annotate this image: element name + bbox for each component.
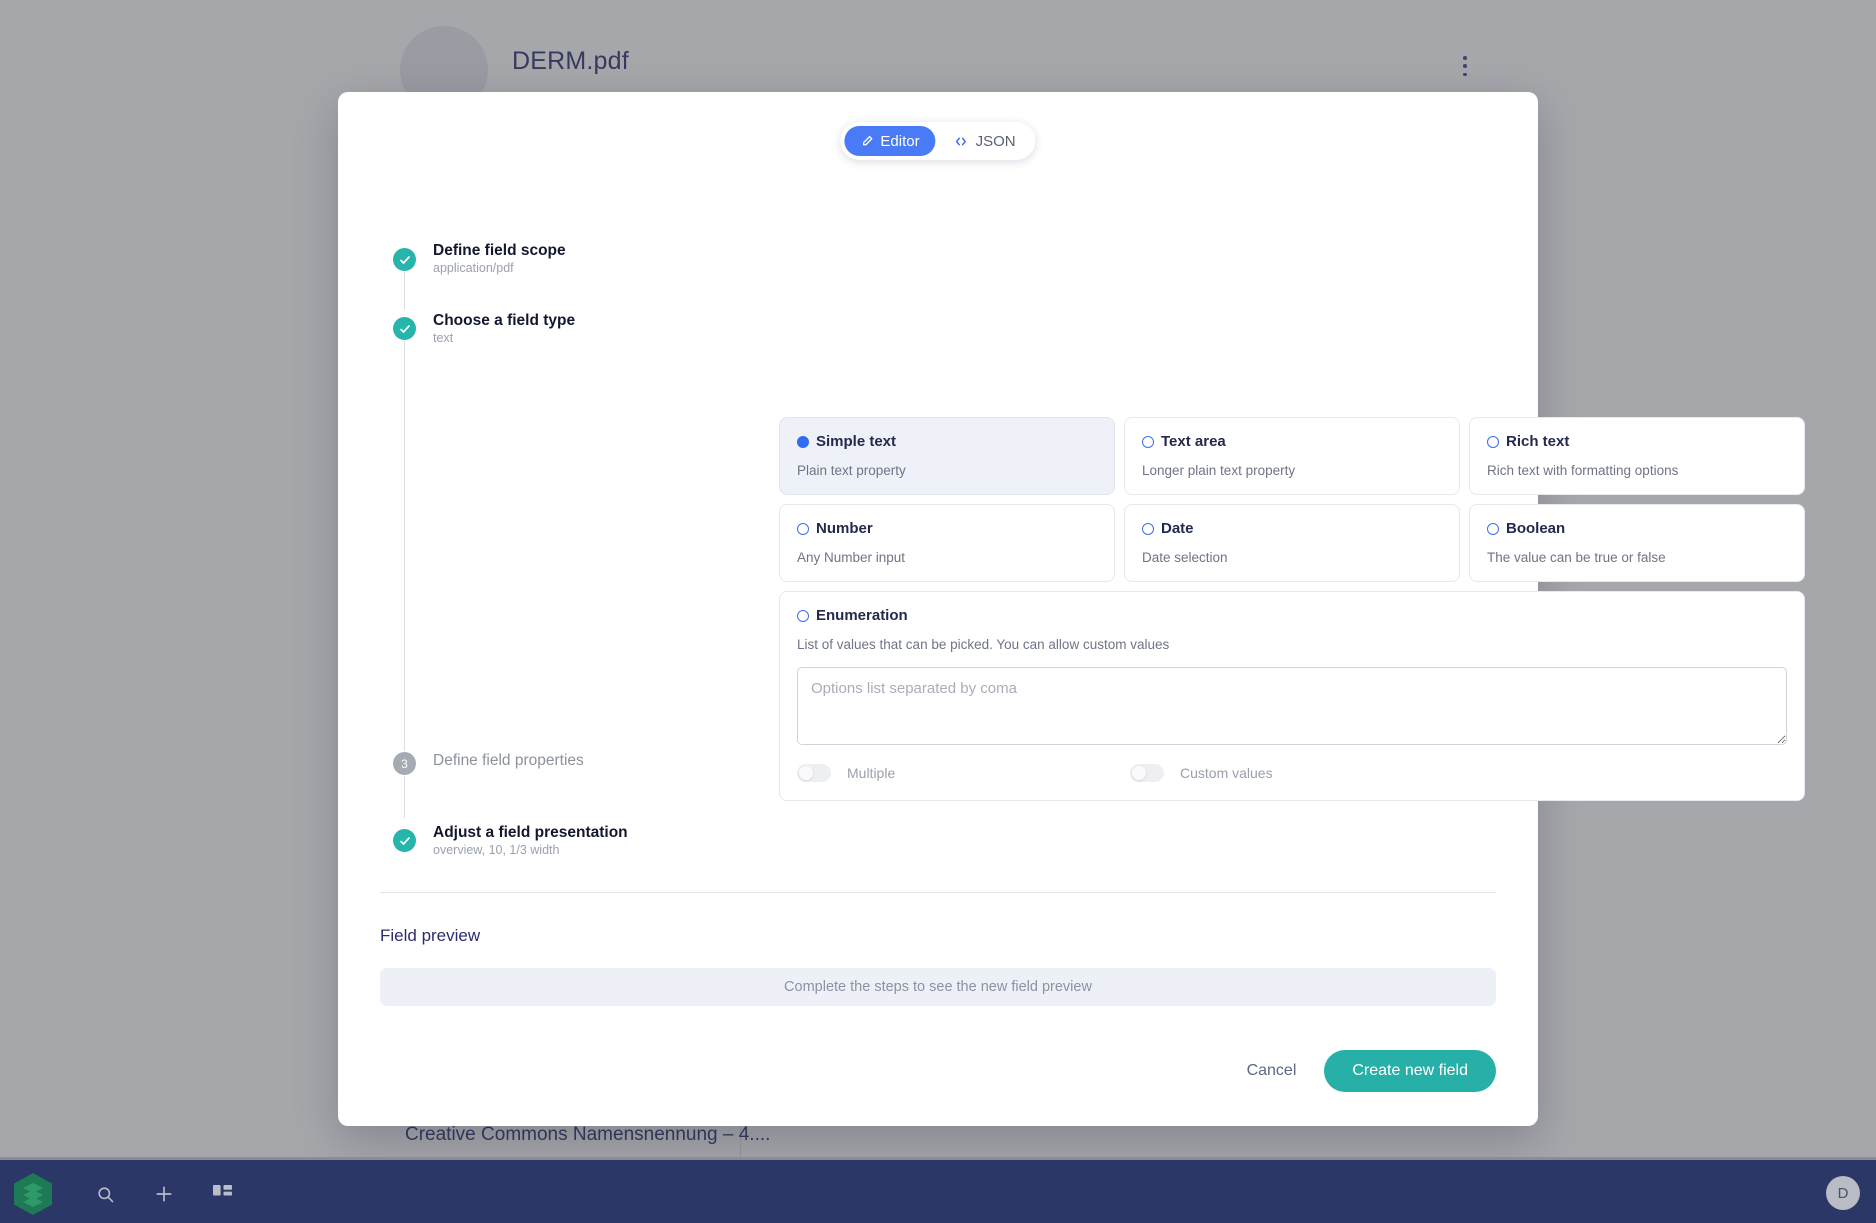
step-connector <box>404 272 405 310</box>
field-type-name: Simple text <box>816 433 897 450</box>
custom-values-toggle[interactable] <box>1130 764 1164 782</box>
field-type-description: List of values that can be picked. You c… <box>797 637 1170 652</box>
field-preview-section: Field preview Complete the steps to see … <box>338 892 1538 1006</box>
field-type-options: Simple text Plain text property Text are… <box>779 417 1805 801</box>
step-define-field-scope[interactable]: Define field scope application/pdf <box>338 242 1538 312</box>
step-title: Choose a field type <box>433 312 576 329</box>
radio-icon[interactable] <box>1487 522 1499 535</box>
step-subtitle: text <box>433 331 454 345</box>
tab-json-label: JSON <box>975 132 1016 150</box>
field-type-description: Longer plain text property <box>1142 463 1296 478</box>
field-type-name: Boolean <box>1506 520 1566 537</box>
field-type-name: Number <box>816 520 873 537</box>
field-type-description: Any Number input <box>797 550 906 565</box>
field-type-description: Plain text property <box>797 463 906 478</box>
enumeration-toggles: Multiple Custom values <box>797 764 1787 782</box>
field-type-row: Simple text Plain text property Text are… <box>779 417 1805 495</box>
field-type-row: Number Any Number input Date Date select… <box>779 504 1805 582</box>
field-type-description: Date selection <box>1142 550 1228 565</box>
field-type-enumeration[interactable]: Enumeration List of values that can be p… <box>779 591 1805 801</box>
view-mode-toggle: Editor JSON <box>840 122 1036 160</box>
field-type-boolean[interactable]: Boolean The value can be true or false <box>1469 504 1805 582</box>
toggle-custom-values-group: Custom values <box>1130 764 1273 782</box>
enumeration-options-input[interactable] <box>797 667 1787 745</box>
radio-icon[interactable] <box>1142 522 1154 535</box>
step-connector <box>404 341 405 751</box>
step-subtitle: overview, 10, 1/3 width <box>433 843 560 857</box>
radio-icon[interactable] <box>797 609 809 622</box>
pencil-icon <box>860 135 873 148</box>
tab-editor[interactable]: Editor <box>844 126 936 156</box>
check-icon <box>393 829 416 852</box>
code-brackets-icon <box>954 135 969 148</box>
radio-icon[interactable] <box>797 435 809 448</box>
step-subtitle: application/pdf <box>433 261 514 275</box>
field-type-name: Rich text <box>1506 433 1570 450</box>
multiple-toggle[interactable] <box>797 764 831 782</box>
radio-icon[interactable] <box>1487 435 1499 448</box>
grid-apps-icon[interactable] <box>208 1180 236 1208</box>
multiple-toggle-label: Multiple <box>847 765 896 781</box>
cancel-button[interactable]: Cancel <box>1233 1052 1311 1090</box>
modal-actions: Cancel Create new field <box>1233 1050 1496 1092</box>
check-icon <box>393 248 416 271</box>
avatar[interactable]: D <box>1826 1176 1860 1210</box>
step-title: Adjust a field presentation <box>433 824 628 841</box>
field-preview-title: Field preview <box>380 926 481 945</box>
field-type-description: The value can be true or false <box>1487 550 1666 565</box>
field-type-name: Text area <box>1161 433 1226 450</box>
check-icon <box>393 317 416 340</box>
step-number-badge: 3 <box>393 752 416 775</box>
step-connector <box>404 776 405 818</box>
create-field-modal: Editor JSON Define field scope applicati… <box>338 92 1805 1126</box>
section-divider <box>380 892 1496 893</box>
toggle-multiple-group: Multiple <box>797 764 1130 782</box>
hexagon-stack-logo[interactable] <box>12 1172 54 1216</box>
custom-values-toggle-label: Custom values <box>1180 765 1273 781</box>
search-icon[interactable] <box>91 1180 119 1208</box>
radio-icon[interactable] <box>797 522 809 535</box>
field-type-simple-text[interactable]: Simple text Plain text property <box>779 417 1115 495</box>
field-type-number[interactable]: Number Any Number input <box>779 504 1115 582</box>
field-type-description: Rich text with formatting options <box>1487 463 1679 478</box>
tab-editor-label: Editor <box>880 132 920 150</box>
field-type-date[interactable]: Date Date selection <box>1124 504 1460 582</box>
field-type-name: Enumeration <box>816 607 908 624</box>
field-type-rich-text[interactable]: Rich text Rich text with formatting opti… <box>1469 417 1805 495</box>
create-new-field-button[interactable]: Create new field <box>1324 1050 1496 1092</box>
plus-icon[interactable] <box>150 1180 178 1208</box>
taskbar <box>0 1160 1876 1223</box>
field-preview-placeholder: Complete the steps to see the new field … <box>380 968 1496 1006</box>
field-type-name: Date <box>1161 520 1194 537</box>
field-type-text-area[interactable]: Text area Longer plain text property <box>1124 417 1460 495</box>
radio-icon[interactable] <box>1142 435 1154 448</box>
step-adjust-field-presentation[interactable]: Adjust a field presentation overview, 10… <box>338 824 1538 874</box>
step-title: Define field scope <box>433 242 566 259</box>
tab-json[interactable]: JSON <box>938 126 1032 156</box>
